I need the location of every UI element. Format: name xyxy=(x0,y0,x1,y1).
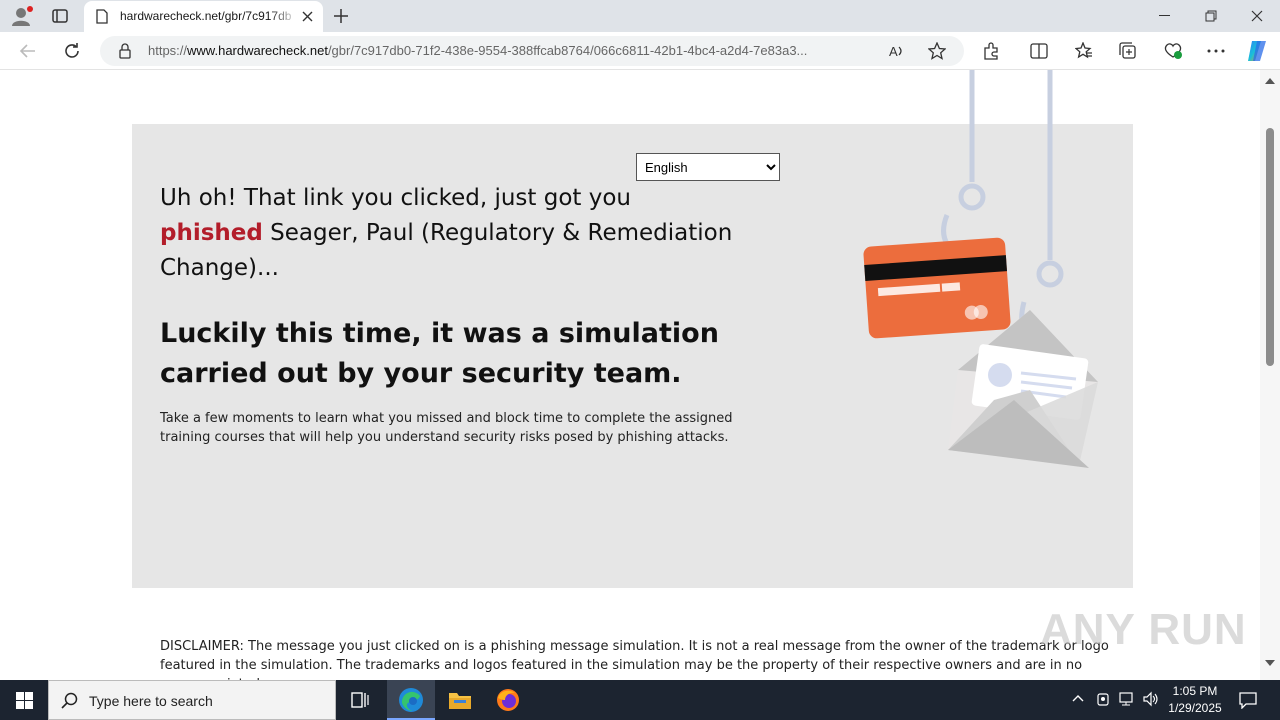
close-window-icon[interactable] xyxy=(1251,10,1263,22)
collections-icon[interactable] xyxy=(1119,42,1137,60)
vertical-scrollbar[interactable] xyxy=(1260,70,1280,680)
scroll-down-icon[interactable] xyxy=(1265,660,1275,666)
simulation-subhead: Luckily this time, it was a simulation c… xyxy=(160,318,719,389)
search-placeholder: Type here to search xyxy=(89,693,213,709)
new-tab-icon[interactable] xyxy=(333,8,349,24)
page-icon xyxy=(96,9,108,24)
meet-now-icon[interactable] xyxy=(1096,691,1112,711)
windows-start-icon[interactable] xyxy=(16,692,33,709)
taskbar-search[interactable]: Type here to search xyxy=(48,680,336,720)
clock-date: 1/29/2025 xyxy=(1168,701,1222,715)
address-bar[interactable]: https://www.hardwarecheck.net/gbr/7c917d… xyxy=(100,36,964,66)
file-explorer-icon[interactable] xyxy=(448,689,472,711)
page-viewport: English Uh oh! That link you clicked, ju… xyxy=(4,70,1260,680)
close-tab-icon[interactable] xyxy=(302,11,313,22)
headline: Uh oh! That link you clicked, just got y… xyxy=(160,185,733,281)
refresh-icon[interactable] xyxy=(63,42,81,60)
profile-icon[interactable] xyxy=(10,5,34,27)
search-icon xyxy=(61,692,78,709)
tray-overflow-icon[interactable] xyxy=(1071,691,1085,709)
lock-icon[interactable] xyxy=(118,43,132,59)
more-icon[interactable] xyxy=(1207,49,1225,53)
anyrun-watermark: ANY RUN xyxy=(1040,605,1247,654)
svg-text:A: A xyxy=(889,44,898,59)
minimize-icon[interactable] xyxy=(1159,15,1170,17)
edge-icon xyxy=(399,688,423,712)
windows-taskbar: Type here to search 1:05 PM 1/29/2025 xyxy=(0,680,1280,720)
tab-actions-icon[interactable] xyxy=(52,8,68,24)
favorite-icon[interactable] xyxy=(928,42,946,60)
phishing-hook-illustration xyxy=(863,70,1098,468)
notifications-icon[interactable] xyxy=(1239,691,1257,709)
task-view-icon[interactable] xyxy=(351,692,369,708)
system-clock[interactable]: 1:05 PM 1/29/2025 xyxy=(1160,683,1230,717)
scroll-up-icon[interactable] xyxy=(1265,78,1275,84)
back-icon[interactable] xyxy=(19,43,37,59)
clock-time: 1:05 PM xyxy=(1172,684,1218,698)
extensions-icon[interactable] xyxy=(982,42,1000,60)
firefox-icon[interactable] xyxy=(496,688,520,712)
edge-taskbar-button[interactable] xyxy=(387,680,435,720)
scrollbar-thumb[interactable] xyxy=(1266,128,1274,366)
network-icon[interactable] xyxy=(1118,691,1136,711)
browser-toolbar: https://www.hardwarecheck.net/gbr/7c917d… xyxy=(0,32,1280,70)
disclaimer-text: DISCLAIMER: The message you just clicked… xyxy=(160,639,1109,680)
browser-essentials-icon[interactable] xyxy=(1163,42,1183,60)
read-aloud-icon[interactable]: A xyxy=(888,43,906,59)
title-bar: hardwarecheck.net/gbr/7c917db xyxy=(0,0,1280,32)
browser-tab[interactable]: hardwarecheck.net/gbr/7c917db xyxy=(84,1,323,32)
volume-icon[interactable] xyxy=(1142,691,1160,711)
url-text[interactable]: https://www.hardwarecheck.net/gbr/7c917d… xyxy=(148,43,807,58)
restore-icon[interactable] xyxy=(1205,10,1217,22)
copilot-icon[interactable] xyxy=(1245,39,1271,63)
language-select[interactable]: English xyxy=(636,153,780,181)
phished-emphasis: phished xyxy=(160,220,263,246)
favorites-icon[interactable] xyxy=(1075,42,1093,60)
training-message: Take a few moments to learn what you mis… xyxy=(160,411,733,445)
split-screen-icon[interactable] xyxy=(1030,42,1048,60)
